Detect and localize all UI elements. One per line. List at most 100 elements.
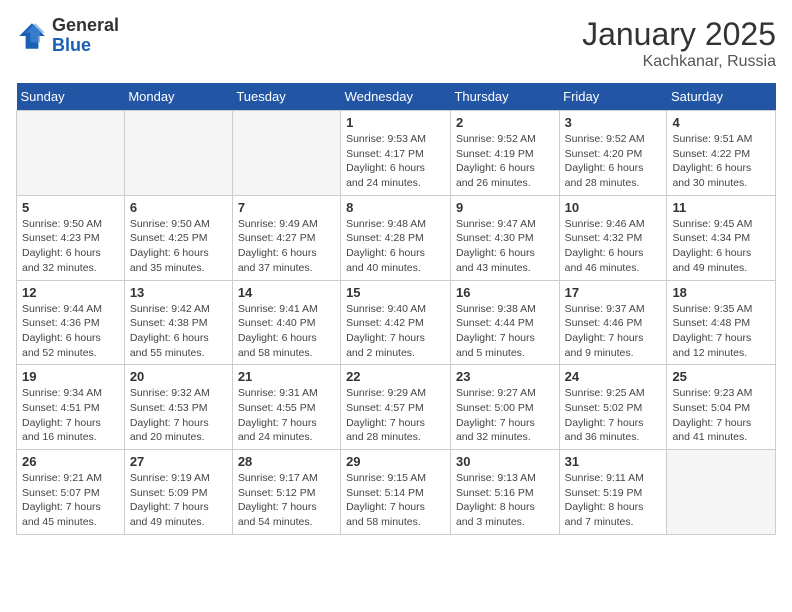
day-number: 14 bbox=[238, 285, 335, 300]
header-monday: Monday bbox=[124, 83, 232, 111]
header-wednesday: Wednesday bbox=[341, 83, 451, 111]
day-cell: 11 Sunrise: 9:45 AM Sunset: 4:34 PM Dayli… bbox=[667, 195, 776, 280]
day-info: Sunrise: 9:44 AM Sunset: 4:36 PM Dayligh… bbox=[22, 302, 119, 361]
day-number: 4 bbox=[672, 115, 770, 130]
day-info: Sunrise: 9:42 AM Sunset: 4:38 PM Dayligh… bbox=[130, 302, 227, 361]
day-number: 28 bbox=[238, 454, 335, 469]
day-number: 19 bbox=[22, 369, 119, 384]
day-number: 18 bbox=[672, 285, 770, 300]
day-info: Sunrise: 9:34 AM Sunset: 4:51 PM Dayligh… bbox=[22, 386, 119, 445]
day-cell: 14 Sunrise: 9:41 AM Sunset: 4:40 PM Dayli… bbox=[232, 280, 340, 365]
day-cell: 19 Sunrise: 9:34 AM Sunset: 4:51 PM Dayli… bbox=[17, 365, 125, 450]
day-info: Sunrise: 9:47 AM Sunset: 4:30 PM Dayligh… bbox=[456, 217, 554, 276]
day-cell: 23Sunrise: 9:27 AM Sunset: 5:00 PM Dayli… bbox=[450, 365, 559, 450]
day-info: Sunrise: 9:23 AM Sunset: 5:04 PM Dayligh… bbox=[672, 386, 770, 445]
day-number: 21 bbox=[238, 369, 335, 384]
day-info: Sunrise: 9:25 AM Sunset: 5:02 PM Dayligh… bbox=[565, 386, 662, 445]
day-cell: 29 Sunrise: 9:15 AM Sunset: 5:14 PM Dayli… bbox=[341, 450, 451, 535]
day-cell: 2 Sunrise: 9:52 AM Sunset: 4:19 PM Daylig… bbox=[450, 111, 559, 196]
day-number: 16 bbox=[456, 285, 554, 300]
header-thursday: Thursday bbox=[450, 83, 559, 111]
week-row-1: 5 Sunrise: 9:50 AM Sunset: 4:23 PM Daylig… bbox=[17, 195, 776, 280]
day-cell bbox=[124, 111, 232, 196]
day-number: 7 bbox=[238, 200, 335, 215]
day-number: 27 bbox=[130, 454, 227, 469]
day-cell: 8 Sunrise: 9:48 AM Sunset: 4:28 PM Daylig… bbox=[341, 195, 451, 280]
day-cell: 22 Sunrise: 9:29 AM Sunset: 4:57 PM Dayli… bbox=[341, 365, 451, 450]
day-number: 1 bbox=[346, 115, 445, 130]
day-info: Sunrise: 9:52 AM Sunset: 4:20 PM Dayligh… bbox=[565, 132, 662, 191]
day-number: 2 bbox=[456, 115, 554, 130]
day-number: 8 bbox=[346, 200, 445, 215]
day-number: 31 bbox=[565, 454, 662, 469]
day-number: 9 bbox=[456, 200, 554, 215]
day-cell: 17 Sunrise: 9:37 AM Sunset: 4:46 PM Dayli… bbox=[559, 280, 667, 365]
day-number: 25 bbox=[672, 369, 770, 384]
logo-icon bbox=[16, 20, 48, 52]
day-info: Sunrise: 9:29 AM Sunset: 4:57 PM Dayligh… bbox=[346, 386, 445, 445]
day-info: Sunrise: 9:45 AM Sunset: 4:34 PM Dayligh… bbox=[672, 217, 770, 276]
day-info: Sunrise: 9:32 AM Sunset: 4:53 PM Dayligh… bbox=[130, 386, 227, 445]
day-cell: 1 Sunrise: 9:53 AM Sunset: 4:17 PM Daylig… bbox=[341, 111, 451, 196]
day-info: Sunrise: 9:50 AM Sunset: 4:25 PM Dayligh… bbox=[130, 217, 227, 276]
day-cell: 24 Sunrise: 9:25 AM Sunset: 5:02 PM Dayli… bbox=[559, 365, 667, 450]
day-number: 23 bbox=[456, 369, 554, 384]
day-info: Sunrise: 9:13 AM Sunset: 5:16 PM Dayligh… bbox=[456, 471, 554, 530]
day-number: 29 bbox=[346, 454, 445, 469]
day-cell: 7 Sunrise: 9:49 AM Sunset: 4:27 PM Daylig… bbox=[232, 195, 340, 280]
day-info: Sunrise: 9:51 AM Sunset: 4:22 PM Dayligh… bbox=[672, 132, 770, 191]
logo-text: General Blue bbox=[52, 16, 119, 56]
week-row-0: 1 Sunrise: 9:53 AM Sunset: 4:17 PM Daylig… bbox=[17, 111, 776, 196]
day-cell: 9 Sunrise: 9:47 AM Sunset: 4:30 PM Daylig… bbox=[450, 195, 559, 280]
day-cell: 3Sunrise: 9:52 AM Sunset: 4:20 PM Daylig… bbox=[559, 111, 667, 196]
day-cell: 30 Sunrise: 9:13 AM Sunset: 5:16 PM Dayli… bbox=[450, 450, 559, 535]
day-cell: 15 Sunrise: 9:40 AM Sunset: 4:42 PM Dayli… bbox=[341, 280, 451, 365]
week-row-4: 26Sunrise: 9:21 AM Sunset: 5:07 PM Dayli… bbox=[17, 450, 776, 535]
day-cell: 16Sunrise: 9:38 AM Sunset: 4:44 PM Dayli… bbox=[450, 280, 559, 365]
day-info: Sunrise: 9:50 AM Sunset: 4:23 PM Dayligh… bbox=[22, 217, 119, 276]
day-info: Sunrise: 9:52 AM Sunset: 4:19 PM Dayligh… bbox=[456, 132, 554, 191]
day-cell bbox=[232, 111, 340, 196]
header-tuesday: Tuesday bbox=[232, 83, 340, 111]
day-info: Sunrise: 9:15 AM Sunset: 5:14 PM Dayligh… bbox=[346, 471, 445, 530]
logo: General Blue bbox=[16, 16, 119, 56]
day-info: Sunrise: 9:49 AM Sunset: 4:27 PM Dayligh… bbox=[238, 217, 335, 276]
day-number: 30 bbox=[456, 454, 554, 469]
day-cell: 25 Sunrise: 9:23 AM Sunset: 5:04 PM Dayli… bbox=[667, 365, 776, 450]
day-info: Sunrise: 9:21 AM Sunset: 5:07 PM Dayligh… bbox=[22, 471, 119, 530]
header-friday: Friday bbox=[559, 83, 667, 111]
day-info: Sunrise: 9:37 AM Sunset: 4:46 PM Dayligh… bbox=[565, 302, 662, 361]
day-number: 13 bbox=[130, 285, 227, 300]
day-number: 22 bbox=[346, 369, 445, 384]
day-cell: 13 Sunrise: 9:42 AM Sunset: 4:38 PM Dayli… bbox=[124, 280, 232, 365]
day-info: Sunrise: 9:40 AM Sunset: 4:42 PM Dayligh… bbox=[346, 302, 445, 361]
day-number: 6 bbox=[130, 200, 227, 215]
calendar-table: SundayMondayTuesdayWednesdayThursdayFrid… bbox=[16, 83, 776, 535]
day-number: 11 bbox=[672, 200, 770, 215]
day-number: 20 bbox=[130, 369, 227, 384]
page-header: General Blue January 2025 Kachkanar, Rus… bbox=[16, 16, 776, 71]
title-block: January 2025 Kachkanar, Russia bbox=[582, 16, 776, 71]
day-cell: 6 Sunrise: 9:50 AM Sunset: 4:25 PM Daylig… bbox=[124, 195, 232, 280]
day-cell: 28 Sunrise: 9:17 AM Sunset: 5:12 PM Dayli… bbox=[232, 450, 340, 535]
calendar-header-row: SundayMondayTuesdayWednesdayThursdayFrid… bbox=[17, 83, 776, 111]
day-cell: 21 Sunrise: 9:31 AM Sunset: 4:55 PM Dayli… bbox=[232, 365, 340, 450]
day-cell: 12Sunrise: 9:44 AM Sunset: 4:36 PM Dayli… bbox=[17, 280, 125, 365]
day-info: Sunrise: 9:41 AM Sunset: 4:40 PM Dayligh… bbox=[238, 302, 335, 361]
day-cell bbox=[17, 111, 125, 196]
day-info: Sunrise: 9:19 AM Sunset: 5:09 PM Dayligh… bbox=[130, 471, 227, 530]
day-cell: 10Sunrise: 9:46 AM Sunset: 4:32 PM Dayli… bbox=[559, 195, 667, 280]
day-cell: 18Sunrise: 9:35 AM Sunset: 4:48 PM Dayli… bbox=[667, 280, 776, 365]
day-info: Sunrise: 9:48 AM Sunset: 4:28 PM Dayligh… bbox=[346, 217, 445, 276]
day-number: 24 bbox=[565, 369, 662, 384]
day-cell bbox=[667, 450, 776, 535]
day-info: Sunrise: 9:31 AM Sunset: 4:55 PM Dayligh… bbox=[238, 386, 335, 445]
day-number: 17 bbox=[565, 285, 662, 300]
day-cell: 5 Sunrise: 9:50 AM Sunset: 4:23 PM Daylig… bbox=[17, 195, 125, 280]
day-info: Sunrise: 9:53 AM Sunset: 4:17 PM Dayligh… bbox=[346, 132, 445, 191]
location-title: Kachkanar, Russia bbox=[582, 53, 776, 71]
header-saturday: Saturday bbox=[667, 83, 776, 111]
day-number: 5 bbox=[22, 200, 119, 215]
day-number: 15 bbox=[346, 285, 445, 300]
day-info: Sunrise: 9:17 AM Sunset: 5:12 PM Dayligh… bbox=[238, 471, 335, 530]
